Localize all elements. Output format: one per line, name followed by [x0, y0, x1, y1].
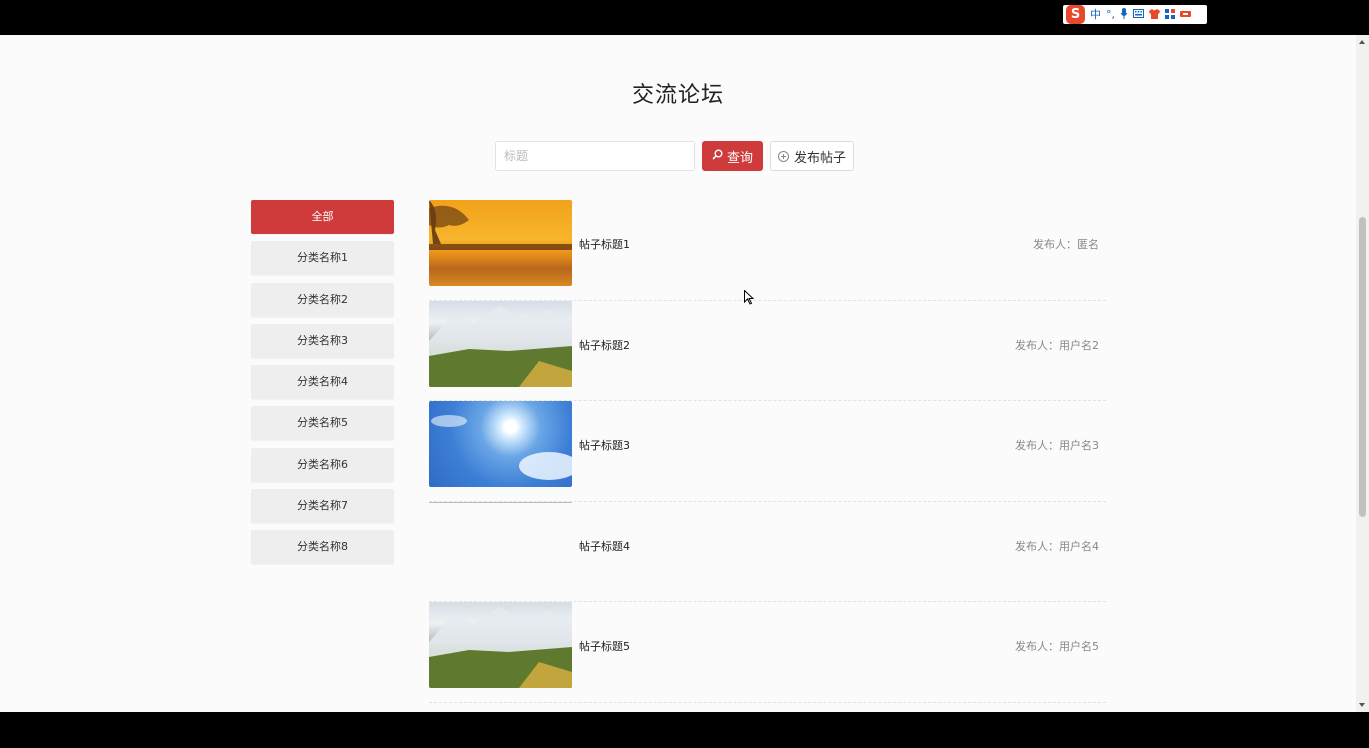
post-item[interactable]: 帖子标题3 发布人：用户名3 — [429, 401, 1106, 502]
post-item[interactable]: 帖子标题4 发布人：用户名4 — [429, 501, 1106, 602]
punctuation-icon[interactable]: °, — [1106, 9, 1115, 20]
forum-page: 交流论坛 查询 发布帖子 全部 分类名称1 分类名称2 分类名称3 分类名称4 … — [0, 35, 1356, 712]
post-author: 发布人：匿名 — [1033, 238, 1099, 251]
post-author: 发布人：用户名3 — [1015, 439, 1099, 452]
post-thumbnail[interactable] — [429, 602, 572, 688]
plus-circle-icon — [777, 150, 789, 162]
category-all[interactable]: 全部 — [251, 200, 394, 234]
post-thumbnail[interactable] — [429, 501, 572, 503]
skin-icon[interactable] — [1149, 8, 1160, 21]
title-search-input[interactable] — [495, 141, 695, 171]
toolbox-icon[interactable] — [1165, 8, 1175, 21]
post-title[interactable]: 帖子标题5 — [579, 638, 630, 654]
category-item-3[interactable]: 分类名称3 — [251, 323, 394, 358]
post-item[interactable]: 帖子标题1 发布人：匿名 — [429, 200, 1106, 301]
search-button-label: 查询 — [726, 150, 753, 166]
category-item-7[interactable]: 分类名称7 — [251, 489, 394, 524]
post-author: 发布人：用户名5 — [1015, 640, 1099, 653]
publish-post-button[interactable]: 发布帖子 — [770, 141, 854, 171]
publish-post-label: 发布帖子 — [793, 150, 846, 166]
post-list: 帖子标题1 发布人：匿名 帖子标题2 发布人：用户名2 帖子标题3 发布人：用户… — [429, 200, 1106, 703]
search-button[interactable]: 查询 — [702, 141, 763, 171]
post-item[interactable]: 帖子标题2 发布人：用户名2 — [429, 300, 1106, 401]
page-scrollbar[interactable] — [1356, 35, 1369, 712]
post-title[interactable]: 帖子标题1 — [579, 236, 630, 252]
post-author: 发布人：用户名2 — [1015, 338, 1099, 352]
scroll-up-icon[interactable] — [1359, 40, 1365, 44]
chinese-mode-icon[interactable]: 中 — [1090, 9, 1101, 20]
microphone-icon[interactable] — [1120, 8, 1128, 21]
category-item-4[interactable]: 分类名称4 — [251, 365, 394, 400]
keyboard-icon[interactable] — [1133, 9, 1144, 20]
message-icon[interactable] — [1180, 9, 1191, 20]
category-item-8[interactable]: 分类名称8 — [251, 530, 394, 565]
post-item[interactable]: 帖子标题5 发布人：用户名5 — [429, 602, 1106, 703]
post-thumbnail[interactable] — [429, 401, 572, 487]
category-sidebar: 全部 分类名称1 分类名称2 分类名称3 分类名称4 分类名称5 分类名称6 分… — [251, 200, 394, 572]
category-item-2[interactable]: 分类名称2 — [251, 282, 394, 317]
category-item-5[interactable]: 分类名称5 — [251, 406, 394, 441]
post-thumbnail[interactable] — [429, 300, 572, 387]
sogou-logo-icon[interactable]: S — [1066, 5, 1085, 24]
ime-toolbar[interactable]: S 中 °, — [1063, 5, 1207, 24]
category-item-6[interactable]: 分类名称6 — [251, 447, 394, 482]
top-bar: S 中 °, — [0, 0, 1369, 35]
scroll-thumb[interactable] — [1359, 217, 1366, 517]
post-title[interactable]: 帖子标题2 — [579, 337, 630, 353]
category-item-1[interactable]: 分类名称1 — [251, 241, 394, 276]
post-title[interactable]: 帖子标题4 — [579, 538, 630, 554]
post-title[interactable]: 帖子标题3 — [579, 437, 630, 453]
scroll-down-icon[interactable] — [1359, 703, 1365, 707]
bottom-bar — [0, 712, 1369, 748]
page-title: 交流论坛 — [631, 83, 724, 108]
post-thumbnail[interactable] — [429, 200, 572, 286]
search-icon — [712, 149, 723, 164]
post-author: 发布人：用户名4 — [1015, 539, 1099, 553]
